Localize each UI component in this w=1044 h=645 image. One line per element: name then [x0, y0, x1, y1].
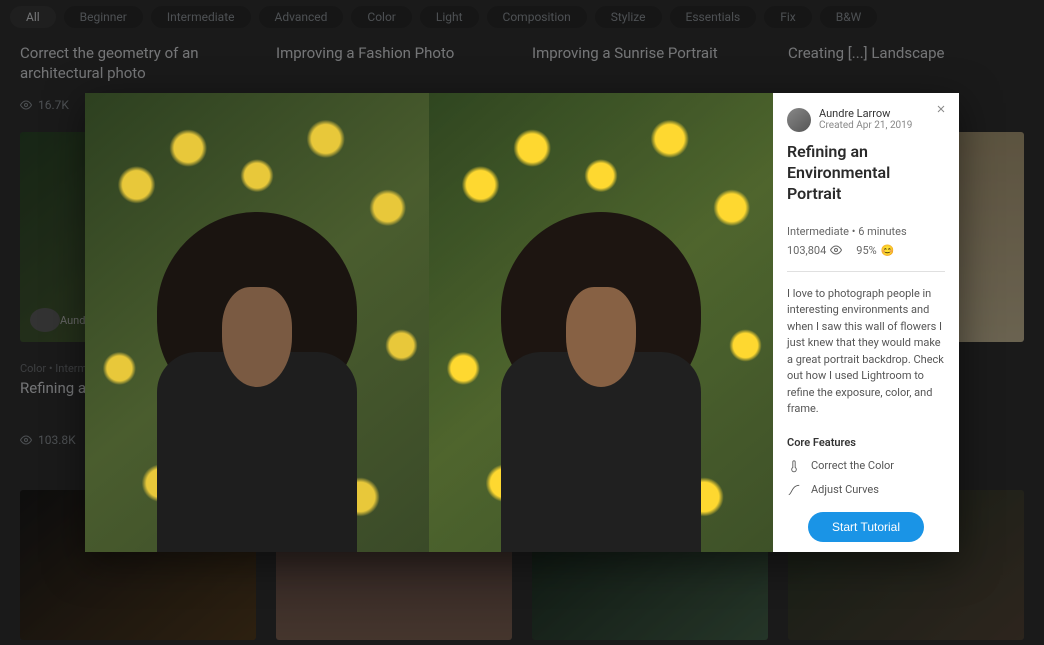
tutorial-info-panel: Aundre Larrow Created Apr 21, 2019 Refin… — [773, 93, 959, 552]
eye-icon — [20, 434, 32, 446]
close-button[interactable] — [931, 101, 951, 121]
features-title: Core Features — [787, 436, 945, 449]
tutorial-title: Refining an Environmental Portrait — [787, 142, 945, 204]
filter-pill-stylize[interactable]: Stylize — [595, 6, 662, 28]
filter-pill-essentials[interactable]: Essentials — [670, 6, 757, 28]
filter-pill-color[interactable]: Color — [351, 6, 411, 28]
feature-label: Adjust Curves — [811, 483, 879, 496]
stats-row: 103,804 95% 😊 — [787, 244, 945, 257]
start-button-wrap: Start Tutorial — [773, 502, 959, 552]
created-date: Created Apr 21, 2019 — [819, 120, 912, 132]
filter-pill-intermediate[interactable]: Intermediate — [151, 6, 251, 28]
level: Intermediate — [787, 225, 849, 238]
level-duration: Intermediate • 6 minutes — [787, 225, 945, 238]
filter-pill-light[interactable]: Light — [420, 6, 479, 28]
before-after-images — [85, 93, 773, 552]
card-views: 16.7K — [38, 98, 69, 112]
filter-pill-beginner[interactable]: Beginner — [64, 6, 143, 28]
feature-item: Correct the Color — [787, 459, 945, 473]
smile-icon: 😊 — [881, 244, 895, 257]
filter-pill-advanced[interactable]: Advanced — [259, 6, 344, 28]
before-image — [85, 93, 429, 552]
close-icon — [935, 103, 947, 115]
card-title: Improving a Sunrise Portrait — [532, 44, 768, 84]
feature-label: Correct the Color — [811, 459, 894, 472]
filter-bar: All Beginner Intermediate Advanced Color… — [0, 0, 1044, 34]
start-tutorial-button[interactable]: Start Tutorial — [808, 512, 924, 542]
filter-pill-bw[interactable]: B&W — [820, 6, 878, 28]
curve-icon — [787, 483, 801, 497]
filter-pill-composition[interactable]: Composition — [487, 6, 587, 28]
after-image — [429, 93, 773, 552]
feature-item: Adjust Curves — [787, 483, 945, 497]
tutorial-description: I love to photograph people in interesti… — [787, 286, 945, 418]
duration: 6 minutes — [858, 225, 906, 238]
rating-percent: 95% — [856, 244, 876, 257]
card-title: Improving a Fashion Photo — [276, 44, 512, 84]
eye-icon — [830, 244, 842, 256]
author-label: Aundre — [30, 308, 60, 332]
panel-scroll[interactable]: Aundre Larrow Created Apr 21, 2019 Refin… — [773, 93, 959, 552]
filter-pill-all[interactable]: All — [10, 6, 56, 28]
author-row: Aundre Larrow Created Apr 21, 2019 — [787, 107, 945, 132]
card-title: Creating [...] Landscape — [788, 44, 1024, 84]
author-name: Aundre Larrow — [819, 107, 912, 120]
card-title: Correct the geometry of an architectural… — [20, 44, 256, 84]
views-count: 103,804 — [787, 244, 826, 257]
tutorial-modal: Aundre Larrow Created Apr 21, 2019 Refin… — [85, 93, 959, 552]
divider — [787, 271, 945, 272]
thermometer-icon — [787, 459, 801, 473]
filter-pill-fix[interactable]: Fix — [764, 6, 812, 28]
card-views: 103.8K — [38, 433, 76, 447]
author-avatar — [787, 108, 811, 132]
eye-icon — [20, 99, 32, 111]
